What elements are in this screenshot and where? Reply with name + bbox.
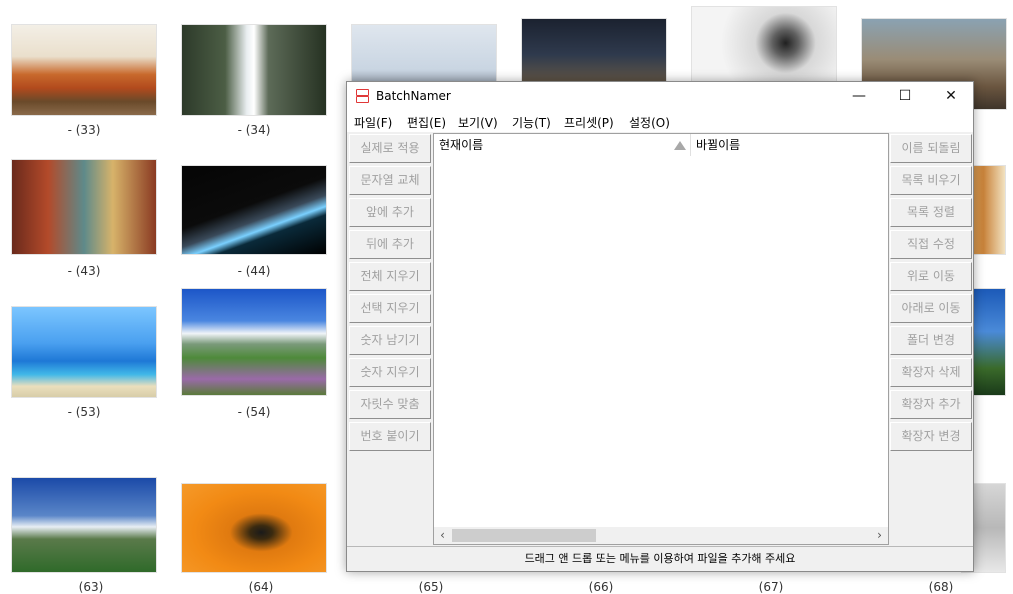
batchnamer-app-icon — [356, 89, 369, 103]
thumbnail-caption: - (44) — [237, 264, 271, 278]
remove-extension-button[interactable]: 확장자 삭제 — [890, 358, 972, 387]
column-divider[interactable] — [690, 134, 691, 156]
thumbnail-caption: (67) — [758, 580, 784, 594]
thumbnail-33[interactable] — [11, 24, 157, 116]
edit-directly-button[interactable]: 직접 수정 — [890, 230, 972, 259]
batchnamer-window: BatchNamer — ☐ ✕ 파일(F) 편집(E) 보기(V) 기능(T)… — [346, 81, 974, 572]
thumbnail-44[interactable] — [181, 165, 327, 255]
clear-selection-button[interactable]: 선택 지우기 — [349, 294, 431, 323]
add-numbering-button[interactable]: 번호 붙이기 — [349, 422, 431, 451]
menu-bar: 파일(F) 편집(E) 보기(V) 기능(T) 프리셋(P) 설정(O) — [347, 111, 973, 132]
thumbnail-43[interactable] — [11, 159, 157, 255]
thumbnail-caption: - (33) — [67, 123, 101, 137]
menu-tools[interactable]: 기능(T) — [512, 114, 551, 131]
scrollbar-thumb[interactable] — [452, 529, 596, 542]
thumbnail-caption: - (53) — [67, 405, 101, 419]
right-button-panel: 이름 되돌림 목록 비우기 목록 정렬 직접 수정 위로 이동 아래로 이동 폴… — [890, 134, 973, 454]
add-suffix-button[interactable]: 뒤에 추가 — [349, 230, 431, 259]
scroll-left-icon[interactable]: ‹ — [434, 527, 451, 544]
thumbnail-caption: (65) — [418, 580, 444, 594]
pad-digits-button[interactable]: 자릿수 맞춤 — [349, 390, 431, 419]
close-icon[interactable]: ✕ — [928, 82, 974, 111]
window-title: BatchNamer — [376, 89, 451, 103]
clear-all-button[interactable]: 전체 지우기 — [349, 262, 431, 291]
thumbnail-caption: (63) — [78, 580, 104, 594]
apply-button[interactable]: 실제로 적용 — [349, 134, 431, 163]
thumbnail-34[interactable] — [181, 24, 327, 116]
clear-list-button[interactable]: 목록 비우기 — [890, 166, 972, 195]
scroll-right-icon[interactable]: › — [871, 527, 888, 544]
thumbnail-caption: (64) — [248, 580, 274, 594]
thumbnail-caption: - (34) — [237, 123, 271, 137]
sort-list-button[interactable]: 목록 정렬 — [890, 198, 972, 227]
left-button-panel: 실제로 적용 문자열 교체 앞에 추가 뒤에 추가 전체 지우기 선택 지우기 … — [349, 134, 432, 454]
menu-edit[interactable]: 편집(E) — [407, 114, 446, 131]
sort-ascending-icon — [674, 141, 686, 150]
revert-name-button[interactable]: 이름 되돌림 — [890, 134, 972, 163]
thumbnail-54[interactable] — [181, 288, 327, 396]
menu-view[interactable]: 보기(V) — [458, 114, 498, 131]
move-up-button[interactable]: 위로 이동 — [890, 262, 972, 291]
thumbnail-caption: (68) — [928, 580, 954, 594]
add-prefix-button[interactable]: 앞에 추가 — [349, 198, 431, 227]
move-down-button[interactable]: 아래로 이동 — [890, 294, 972, 323]
remove-numbers-button[interactable]: 숫자 지우기 — [349, 358, 431, 387]
title-bar[interactable]: BatchNamer — ☐ ✕ — [347, 82, 973, 111]
menu-preset[interactable]: 프리셋(P) — [564, 114, 614, 131]
minimize-icon[interactable]: — — [836, 82, 882, 111]
file-list[interactable]: 현재이름 바뀔이름 ‹ › — [433, 133, 889, 545]
column-header-current-name[interactable]: 현재이름 — [439, 134, 483, 156]
horizontal-scrollbar[interactable]: ‹ › — [434, 527, 888, 544]
replace-string-button[interactable]: 문자열 교체 — [349, 166, 431, 195]
maximize-icon[interactable]: ☐ — [882, 82, 928, 111]
menu-settings[interactable]: 설정(O) — [629, 114, 670, 131]
keep-numbers-button[interactable]: 숫자 남기기 — [349, 326, 431, 355]
status-bar: 드래그 앤 드롭 또는 메뉴를 이용하여 파일을 추가해 주세요 — [347, 546, 973, 571]
add-extension-button[interactable]: 확장자 추가 — [890, 390, 972, 419]
change-extension-button[interactable]: 확장자 변경 — [890, 422, 972, 451]
thumbnail-53[interactable] — [11, 306, 157, 398]
thumbnail-caption: - (54) — [237, 405, 271, 419]
thumbnail-caption: - (43) — [67, 264, 101, 278]
change-folder-button[interactable]: 폴더 변경 — [890, 326, 972, 355]
thumbnail-64[interactable] — [181, 483, 327, 573]
menu-file[interactable]: 파일(F) — [354, 114, 392, 131]
thumbnail-63[interactable] — [11, 477, 157, 573]
thumbnail-caption: (66) — [588, 580, 614, 594]
column-header-new-name[interactable]: 바뀔이름 — [696, 134, 740, 156]
